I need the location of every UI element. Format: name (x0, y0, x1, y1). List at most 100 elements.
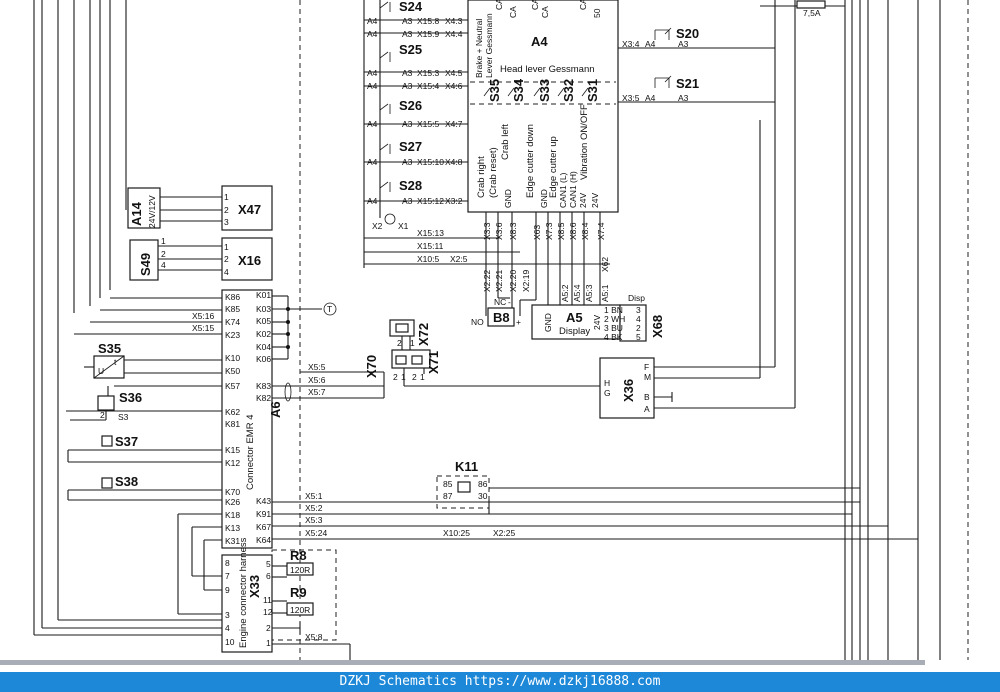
ref-x2-5: X2:5 (450, 254, 468, 264)
svg-text:24V: 24V (578, 193, 588, 208)
x1-label: X1 (398, 221, 409, 231)
a4-switch-s33: S33 (537, 79, 552, 102)
svg-text:X5:16: X5:16 (192, 311, 214, 321)
svg-text:GND: GND (543, 313, 553, 332)
svg-text:A: A (644, 404, 650, 414)
svg-text:S21: S21 (676, 76, 699, 91)
svg-text:A3: A3 (402, 81, 413, 91)
svg-text:A3: A3 (678, 93, 689, 103)
svg-text:85: 85 (443, 479, 453, 489)
svg-text:X15:9: X15:9 (417, 29, 439, 39)
component-s37: S37 (67, 434, 222, 463)
svg-text:K12: K12 (225, 458, 240, 468)
svg-text:S49: S49 (138, 253, 153, 276)
svg-text:X3:5: X3:5 (622, 93, 640, 103)
svg-text:K15: K15 (225, 445, 240, 455)
svg-text:K02: K02 (256, 329, 271, 339)
svg-text:CAN1 (L): CAN1 (L) (558, 172, 568, 208)
svg-text:24V: 24V (590, 193, 600, 208)
svg-text:A4: A4 (367, 81, 378, 91)
svg-text:A3: A3 (402, 119, 413, 129)
svg-text:K50: K50 (225, 366, 240, 376)
svg-text:2: 2 (224, 205, 229, 215)
svg-text:7: 7 (225, 571, 230, 581)
svg-text:X2:25: X2:25 (493, 528, 515, 538)
svg-text:X7:3: X7:3 (544, 222, 554, 240)
svg-text:12: 12 (263, 607, 273, 617)
svg-text:X71: X71 (426, 351, 441, 374)
svg-text:A4: A4 (367, 196, 378, 206)
svg-text:X62: X62 (600, 257, 610, 272)
svg-text:Edge cutter down: Edge cutter down (525, 124, 536, 198)
fuse-label: 7,5A (803, 8, 821, 18)
component-s36: S36 2 S3 (66, 385, 222, 422)
right-switch-s20: S20 X3:4 A4 A3 (618, 26, 775, 49)
svg-text:S35: S35 (98, 341, 121, 356)
svg-text:A3: A3 (678, 39, 689, 49)
svg-text:X15:12: X15:12 (417, 196, 444, 206)
svg-text:X15:3: X15:3 (417, 68, 439, 78)
svg-text:CA: CA (508, 6, 518, 18)
svg-text:1: 1 (266, 638, 271, 648)
svg-text:Disp: Disp (628, 293, 645, 303)
component-b8: B8 NO NC - + (471, 290, 537, 327)
svg-text:X2:22: X2:22 (482, 270, 492, 292)
svg-text:Vibration ON/OFF: Vibration ON/OFF (579, 104, 590, 180)
svg-text:K43: K43 (256, 496, 271, 506)
svg-text:24V/12V: 24V/12V (147, 195, 157, 228)
svg-text:X7:4: X7:4 (596, 222, 606, 240)
svg-text:A14: A14 (129, 201, 144, 226)
svg-text:K23: K23 (225, 330, 240, 340)
svg-text:X3:3: X3:3 (482, 222, 492, 240)
ref-x10-5: X10:5 (417, 254, 439, 264)
svg-text:5: 5 (636, 332, 641, 342)
switch-s26-label: S26 (399, 98, 422, 113)
svg-text:K70: K70 (225, 487, 240, 497)
svg-text:X4:4: X4:4 (445, 29, 463, 39)
switch-s27-label: S27 (399, 139, 422, 154)
svg-text:X15:5: X15:5 (417, 119, 439, 129)
svg-text:K86: K86 (225, 292, 240, 302)
svg-text:X5:24: X5:24 (305, 528, 327, 538)
svg-text:120R: 120R (290, 605, 310, 615)
a4-side-label: Brake + Neutral (474, 19, 484, 78)
svg-text:A3: A3 (402, 196, 413, 206)
svg-text:A4: A4 (367, 29, 378, 39)
svg-text:K03: K03 (256, 304, 271, 314)
svg-text:86: 86 (478, 479, 488, 489)
component-x16: X16 1 2 4 (221, 237, 273, 281)
footer-watermark-text: DZKJ Schematics https://www.dzkj16888.co… (339, 674, 661, 689)
svg-text:2: 2 (100, 410, 105, 420)
svg-text:Display: Display (559, 326, 590, 337)
svg-text:4: 4 (224, 267, 229, 277)
svg-text:X4:6: X4:6 (445, 81, 463, 91)
svg-text:87: 87 (443, 491, 453, 501)
component-s49: S49 1 2 4 (129, 236, 222, 281)
svg-text:M: M (644, 372, 651, 382)
footer: DZKJ Schematics https://www.dzkj16888.co… (0, 660, 1000, 692)
svg-text:11: 11 (263, 595, 272, 605)
svg-text:X8:6: X8:6 (568, 222, 578, 240)
svg-text:K01: K01 (256, 290, 271, 300)
component-a4: A4 Head lever Gessmann Brake + Neutral L… (467, 0, 619, 213)
svg-text:A4: A4 (367, 68, 378, 78)
svg-text:X15:10: X15:10 (417, 157, 444, 167)
svg-text:50: 50 (592, 8, 602, 18)
svg-text:X68: X68 (650, 315, 665, 338)
a4-desc: Head lever Gessmann (500, 64, 595, 75)
svg-text:Crab right: Crab right (476, 156, 487, 198)
a4-switch-s31: S31 (585, 79, 600, 102)
a4-side-label2: Lever Gessmann (484, 13, 494, 78)
svg-text:A5: A5 (566, 310, 583, 325)
wiring-schematic: 7,5A S24 S25 S26 S27 S28 A4 A3 X15:8 X4:… (33, 0, 969, 660)
svg-text:K05: K05 (256, 316, 271, 326)
svg-text:1: 1 (161, 236, 166, 246)
component-a6: A6 Connector EMR 4 K86 K85 K74 K23 K10 K… (221, 289, 283, 549)
svg-text:K62: K62 (225, 407, 240, 417)
svg-text:A5:1: A5:1 (600, 284, 610, 302)
svg-text:R9: R9 (290, 585, 307, 600)
svg-text:H: H (604, 378, 610, 388)
footer-scroll-strip (0, 660, 925, 665)
svg-text:A4: A4 (645, 39, 656, 49)
svg-text:K85: K85 (225, 304, 240, 314)
